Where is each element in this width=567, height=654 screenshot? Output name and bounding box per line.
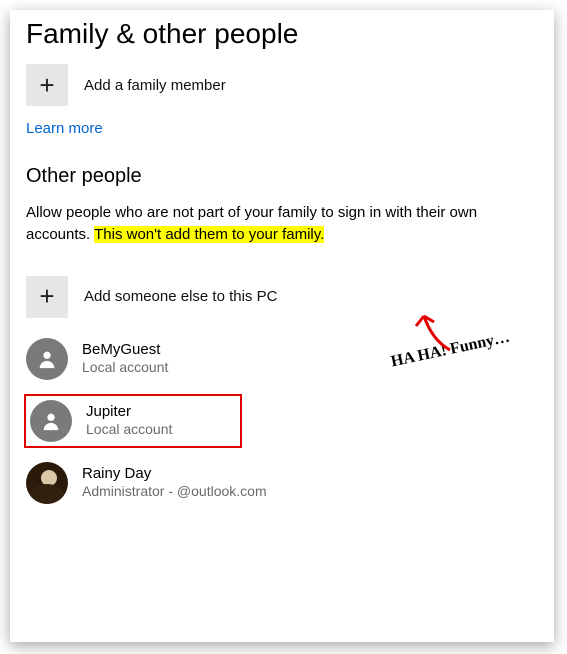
person-icon [30,400,72,442]
settings-panel: Family & other people + Add a family mem… [10,10,554,642]
add-family-button[interactable]: + Add a family member [26,64,554,106]
user-name: Jupiter [86,403,172,421]
user-meta: Rainy Day Administrator - @outlook.com [82,465,267,500]
add-other-button[interactable]: + Add someone else to this PC [26,276,554,318]
user-meta: Jupiter Local account [86,403,172,438]
add-other-label: Add someone else to this PC [84,288,277,305]
other-people-heading: Other people [26,165,554,188]
other-people-description: Allow people who are not part of your fa… [26,202,538,246]
user-meta: BeMyGuest Local account [82,341,168,376]
user-row-rainyday[interactable]: Rainy Day Administrator - @outlook.com [26,458,554,508]
user-sub: Administrator - @outlook.com [82,483,267,500]
desc-highlighted: This won't add them to your family. [94,226,324,243]
plus-icon: + [26,64,68,106]
avatar-photo [26,462,68,504]
user-row-jupiter-selected[interactable]: Jupiter Local account [24,394,242,448]
add-family-label: Add a family member [84,77,226,94]
user-sub: Local account [82,359,168,376]
person-icon [26,338,68,380]
page-title: Family & other people [26,18,554,50]
user-sub: Local account [86,421,172,438]
plus-icon: + [26,276,68,318]
user-name: Rainy Day [82,465,267,483]
user-name: BeMyGuest [82,341,168,359]
learn-more-link[interactable]: Learn more [26,120,554,137]
